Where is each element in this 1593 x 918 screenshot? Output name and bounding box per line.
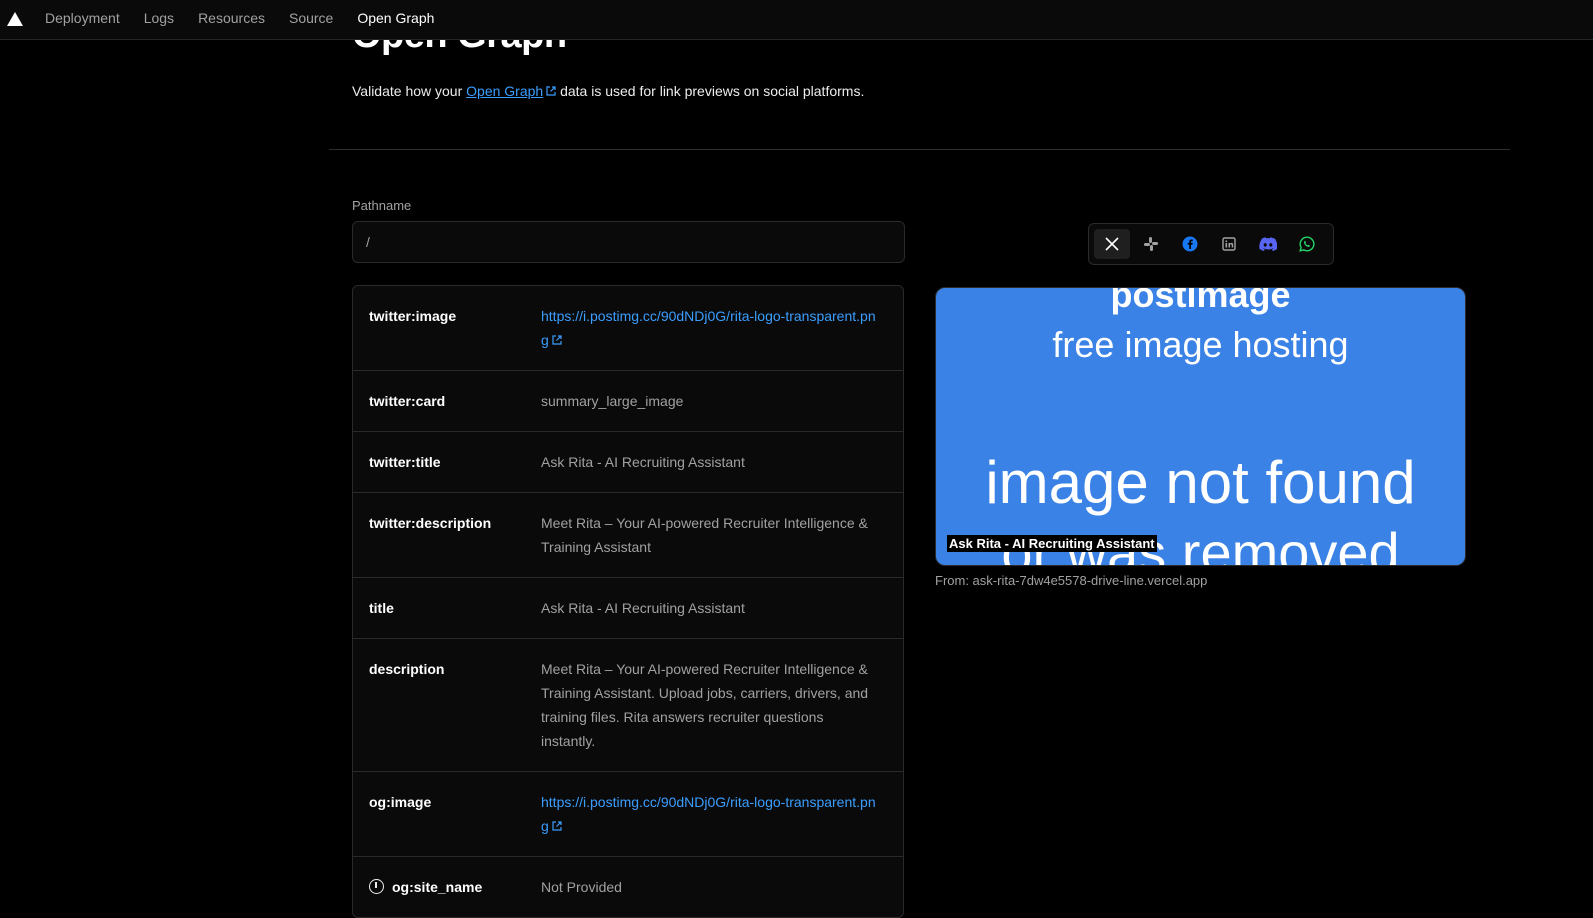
metadata-key: twitter:image xyxy=(369,304,541,352)
discord-icon xyxy=(1259,237,1277,251)
tab-source[interactable]: Source xyxy=(277,0,345,40)
metadata-key-label: twitter:description xyxy=(369,515,492,531)
metadata-value-text: Ask Rita - AI Recruiting Assistant xyxy=(541,454,745,470)
metadata-key: og:image xyxy=(369,790,541,838)
tab-deployment[interactable]: Deployment xyxy=(33,0,132,40)
metadata-row: twitter:image https://i.postimg.cc/90dNDj… xyxy=(353,286,903,371)
external-link-icon xyxy=(546,86,556,96)
page-subtitle: Validate how your Open Graph data is use… xyxy=(352,83,864,99)
x-icon xyxy=(1105,237,1119,251)
preview-image-tagline: free image hosting xyxy=(1052,324,1349,365)
metadata-key: description xyxy=(369,657,541,753)
preview-caption: Ask Rita - AI Recruiting Assistant xyxy=(947,535,1157,552)
subtitle-text-after: data is used for link previews on social… xyxy=(560,83,865,99)
vercel-logo-icon[interactable] xyxy=(7,12,23,26)
metadata-key: twitter:description xyxy=(369,511,541,559)
linkedin-icon xyxy=(1222,237,1236,251)
metadata-key-label: title xyxy=(369,600,394,616)
metadata-key: twitter:card xyxy=(369,389,541,413)
metadata-value-text: Ask Rita - AI Recruiting Assistant xyxy=(541,600,745,616)
metadata-row: title Ask Rita - AI Recruiting Assistant xyxy=(353,578,903,639)
metadata-row: twitter:card summary_large_image xyxy=(353,371,903,432)
open-graph-link-label[interactable]: Open Graph xyxy=(466,83,543,99)
metadata-value: Not Provided xyxy=(541,875,887,899)
metadata-value-text: Meet Rita – Your AI-powered Recruiter In… xyxy=(541,661,869,749)
link-preview-card[interactable]: postimage free image hosting image not f… xyxy=(935,287,1466,566)
metadata-row: twitter:title Ask Rita - AI Recruiting As… xyxy=(353,432,903,493)
whatsapp-icon xyxy=(1299,236,1315,252)
preview-image-brand-text: postimage xyxy=(1110,287,1291,315)
external-link-icon xyxy=(552,821,562,831)
metadata-table: twitter:image https://i.postimg.cc/90dNDj… xyxy=(352,285,904,918)
facebook-icon xyxy=(1182,236,1198,252)
metadata-value-link[interactable]: https://i.postimg.cc/90dNDj0G/rita-logo-… xyxy=(541,790,887,838)
metadata-key: twitter:title xyxy=(369,450,541,474)
metadata-key-label: twitter:card xyxy=(369,393,446,409)
metadata-value-text[interactable]: https://i.postimg.cc/90dNDj0G/rita-logo-… xyxy=(541,308,876,348)
metadata-row: description Meet Rita – Your AI-powered R… xyxy=(353,639,903,772)
preview-source-domain: From: ask-rita-7dw4e5578-drive-line.verc… xyxy=(935,573,1208,588)
metadata-key-label: og:site_name xyxy=(392,879,483,895)
platform-slack-button[interactable] xyxy=(1133,229,1169,259)
platform-facebook-button[interactable] xyxy=(1172,229,1208,259)
external-link-icon xyxy=(552,335,562,345)
slack-icon xyxy=(1144,237,1158,251)
metadata-row: og:image https://i.postimg.cc/90dNDj0G/ri… xyxy=(353,772,903,857)
open-graph-docs-link[interactable]: Open Graph xyxy=(466,83,556,99)
tab-logs[interactable]: Logs xyxy=(132,0,186,40)
preview-image-not-found-text: image not found xyxy=(985,449,1416,516)
metadata-key-label: twitter:image xyxy=(369,308,457,324)
metadata-key: og:site_name xyxy=(369,875,541,899)
pathname-label: Pathname xyxy=(352,198,412,213)
pathname-input[interactable] xyxy=(352,221,905,263)
metadata-value-text: Not Provided xyxy=(541,879,622,895)
top-navigation-bar: Deployment Logs Resources Source Open Gr… xyxy=(0,0,1593,40)
metadata-value: summary_large_image xyxy=(541,389,887,413)
metadata-row: og:site_name Not Provided xyxy=(353,857,903,917)
platform-discord-button[interactable] xyxy=(1250,229,1286,259)
metadata-row: twitter:description Meet Rita – Your AI-p… xyxy=(353,493,903,578)
warning-icon xyxy=(369,879,384,894)
tab-resources[interactable]: Resources xyxy=(186,0,277,40)
nav-tabs: Deployment Logs Resources Source Open Gr… xyxy=(33,0,446,40)
platform-x-button[interactable] xyxy=(1094,229,1130,259)
platform-selector xyxy=(1088,223,1334,265)
metadata-key-label: description xyxy=(369,661,445,677)
platform-linkedin-button[interactable] xyxy=(1211,229,1247,259)
platform-whatsapp-button[interactable] xyxy=(1289,229,1325,259)
metadata-key-label: twitter:title xyxy=(369,454,441,470)
subtitle-text-before: Validate how your xyxy=(352,83,463,99)
metadata-value-text: summary_large_image xyxy=(541,393,684,409)
metadata-value: Ask Rita - AI Recruiting Assistant xyxy=(541,450,887,474)
metadata-value-link[interactable]: https://i.postimg.cc/90dNDj0G/rita-logo-… xyxy=(541,304,887,352)
tab-open-graph[interactable]: Open Graph xyxy=(345,0,446,40)
metadata-value-text: Meet Rita – Your AI-powered Recruiter In… xyxy=(541,515,868,555)
metadata-key-label: og:image xyxy=(369,794,432,810)
metadata-value: Ask Rita - AI Recruiting Assistant xyxy=(541,596,887,620)
metadata-value: Meet Rita – Your AI-powered Recruiter In… xyxy=(541,657,887,753)
metadata-value: Meet Rita – Your AI-powered Recruiter In… xyxy=(541,511,887,559)
section-divider xyxy=(329,149,1510,150)
metadata-value-text[interactable]: https://i.postimg.cc/90dNDj0G/rita-logo-… xyxy=(541,794,876,834)
metadata-key: title xyxy=(369,596,541,620)
